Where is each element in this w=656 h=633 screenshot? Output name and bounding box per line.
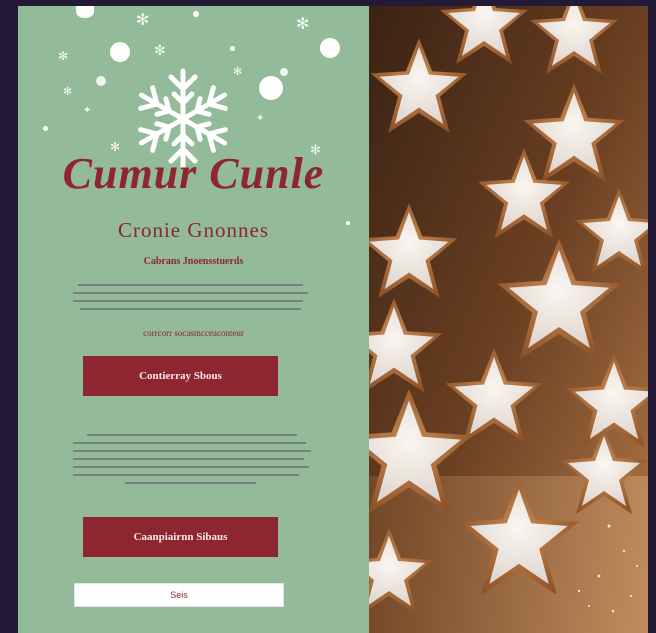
cookie-photo [369, 6, 648, 633]
text-line [73, 458, 304, 460]
snow-dot [259, 76, 283, 100]
snow-dot [110, 42, 130, 62]
text-line [77, 284, 304, 286]
text-line [80, 308, 301, 310]
sparkle-icon: ✻ [63, 85, 73, 98]
snow-dot [320, 38, 340, 58]
promo-panel: ✻ ✻ ✻ ✻ ✻ ✻ ✻ ✻ ✦ ✦ Cumur Cunle Cronie G… [18, 6, 369, 633]
text-line [73, 450, 311, 452]
signup-input[interactable] [74, 583, 284, 607]
sparkle-icon: ✻ [154, 43, 166, 59]
text-line [125, 482, 257, 484]
page-title: Cumur Cunle [62, 149, 325, 198]
snow-dot [193, 11, 199, 17]
tagline: Cabrans Jnoensstuerds [143, 256, 244, 267]
snow-dot [230, 46, 235, 51]
snow-dot [96, 76, 106, 86]
details-paragraph [73, 434, 311, 490]
text-line [73, 292, 308, 294]
intro-note: corrcorr socasmcceaconteur [143, 328, 244, 338]
text-line [73, 442, 307, 444]
sparkle-icon: ✻ [233, 65, 243, 78]
text-line [87, 434, 297, 436]
text-line [73, 474, 300, 476]
cookie-photo-illustration [369, 6, 648, 633]
sparkle-icon: ✻ [136, 10, 150, 29]
sparkle-icon: ✻ [58, 49, 69, 63]
sparkle-icon: ✦ [83, 105, 92, 116]
text-line [73, 466, 309, 468]
sparkle-icon: ✦ [256, 113, 265, 124]
sparkle-icon: ✻ [296, 14, 310, 33]
primary-cta-button[interactable]: Contierray Sbous [83, 356, 278, 396]
secondary-cta-button[interactable]: Caanpiairnn Sibaus [83, 517, 278, 557]
snow-dot [76, 6, 94, 18]
snow-dot [43, 126, 48, 131]
snow-dot [280, 68, 288, 76]
intro-paragraph [73, 284, 308, 316]
page-subtitle: Cronie Gnonnes [117, 218, 270, 242]
text-line [73, 300, 304, 302]
